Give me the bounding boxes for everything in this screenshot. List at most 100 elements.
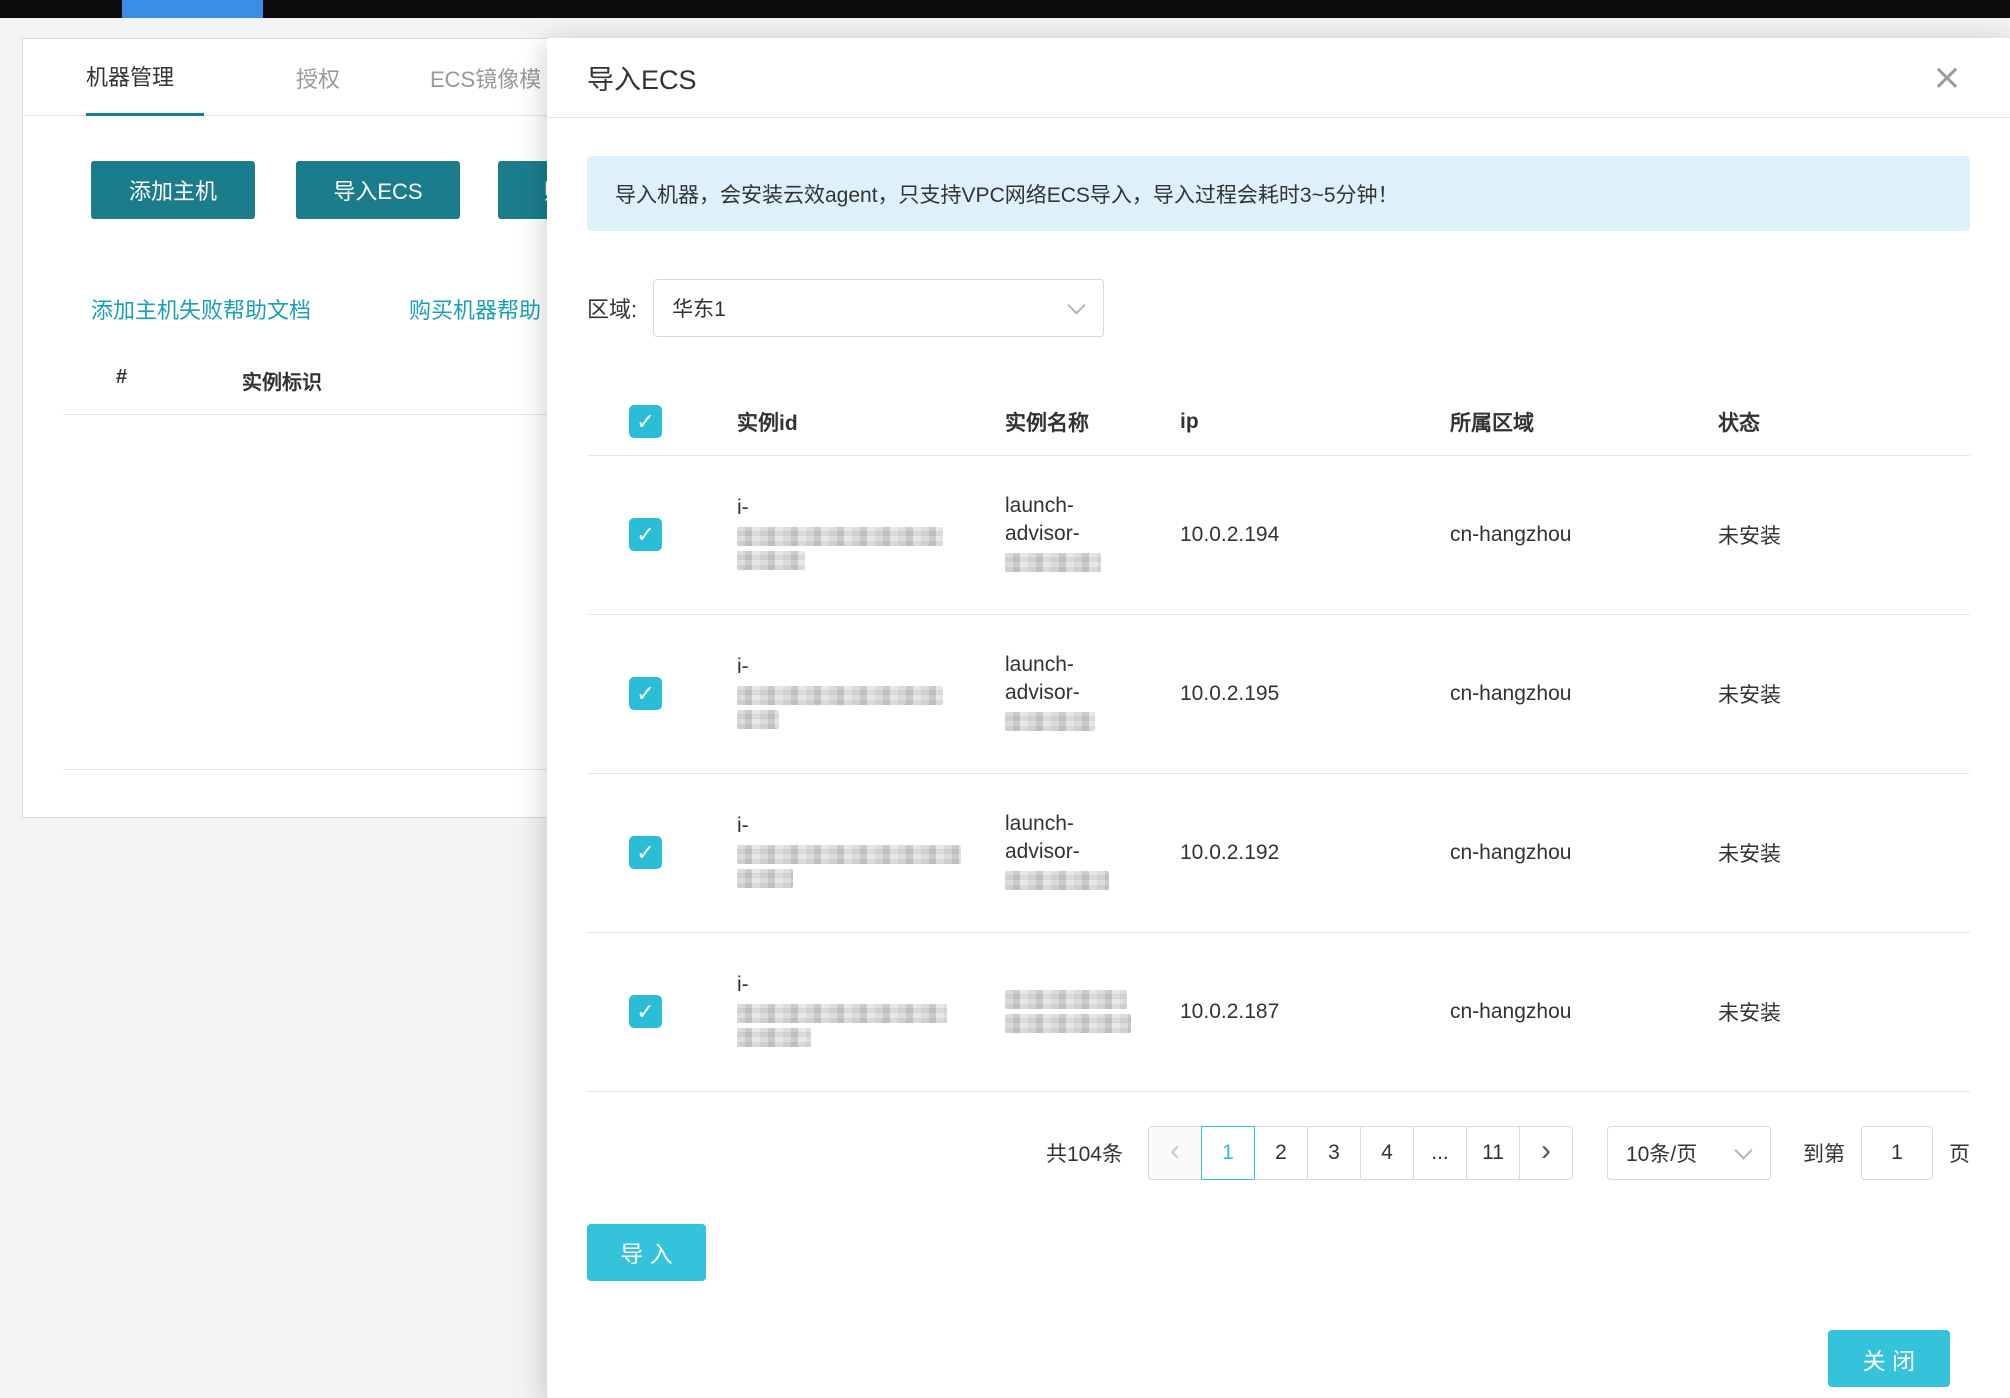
row-checkbox[interactable]: ✓ <box>629 836 662 869</box>
next-page-button[interactable]: › <box>1519 1126 1573 1180</box>
instance-status: 未安装 <box>1718 684 1781 707</box>
tab-machine-management[interactable]: 机器管理 <box>86 39 204 116</box>
instance-status: 未安装 <box>1718 843 1781 866</box>
row-checkbox[interactable]: ✓ <box>629 995 662 1028</box>
region-label: 区域: <box>587 292 637 324</box>
row-checkbox[interactable]: ✓ <box>629 518 662 551</box>
instance-name: advisor- <box>1005 522 1080 545</box>
tab-authorization[interactable]: 授权 <box>296 39 340 116</box>
modal-body: 导入机器，会安装云效agent，只支持VPC网络ECS导入，导入过程会耗时3~5… <box>547 118 2010 1281</box>
tab-label: 授权 <box>296 62 340 94</box>
chevron-right-icon: › <box>1541 1136 1551 1166</box>
region-row: 区域: 华东1 <box>587 279 1970 337</box>
close-icon[interactable]: × <box>1932 60 1962 96</box>
redacted-text <box>1005 871 1109 890</box>
info-banner: 导入机器，会安装云效agent，只支持VPC网络ECS导入，导入过程会耗时3~5… <box>587 156 1970 231</box>
page-button-3[interactable]: 3 <box>1307 1126 1361 1180</box>
buy-machine-help-link[interactable]: 购买机器帮助 <box>409 293 541 325</box>
instance-status: 未安装 <box>1718 525 1781 548</box>
chevron-left-icon: ‹ <box>1170 1136 1180 1166</box>
redacted-text <box>737 710 779 729</box>
modal-title: 导入ECS <box>587 58 697 97</box>
page-button-ellipsis[interactable]: ... <box>1413 1126 1467 1180</box>
import-ecs-modal: 导入ECS × 导入机器，会安装云效agent，只支持VPC网络ECS导入，导入… <box>547 38 2010 1398</box>
instance-id: i- <box>737 496 749 519</box>
redacted-text <box>737 1004 947 1023</box>
instance-name: launch- <box>1005 812 1074 835</box>
column-header-ip: ip <box>1180 389 1450 455</box>
prev-page-button[interactable]: ‹ <box>1148 1126 1202 1180</box>
instance-name: launch- <box>1005 494 1074 517</box>
goto-page-label: 到第 <box>1803 1138 1845 1168</box>
column-header-instance-id: 实例标识 <box>242 366 322 395</box>
table-header-row: ✓ 实例id 实例名称 ip 所属区域 状态 <box>587 389 1970 455</box>
add-host-help-link[interactable]: 添加主机失败帮助文档 <box>91 293 311 325</box>
tab-label: ECS镜像模 <box>430 62 541 94</box>
page-button-2[interactable]: 2 <box>1254 1126 1308 1180</box>
instance-ip: 10.0.2.195 <box>1180 682 1279 705</box>
redacted-text <box>737 686 943 705</box>
redacted-text <box>1005 553 1101 572</box>
modal-header: 导入ECS × <box>547 38 2010 118</box>
instance-name: launch- <box>1005 653 1074 676</box>
chevron-down-icon <box>1067 296 1085 314</box>
add-host-button[interactable]: 添加主机 <box>91 161 255 219</box>
instance-region: cn-hangzhou <box>1450 523 1571 546</box>
redacted-text <box>737 845 961 864</box>
instance-id: i- <box>737 655 749 678</box>
instance-status: 未安装 <box>1718 1002 1781 1025</box>
goto-page-suffix: 页 <box>1949 1138 1970 1168</box>
instance-ip: 10.0.2.192 <box>1180 841 1279 864</box>
region-select[interactable]: 华东1 <box>653 279 1104 337</box>
redacted-text <box>737 1028 811 1047</box>
pagination-total: 共104条 <box>1046 1138 1123 1168</box>
redacted-text <box>1005 712 1095 731</box>
instance-id: i- <box>737 973 749 996</box>
goto-page-input[interactable] <box>1861 1126 1933 1180</box>
column-header-status: 状态 <box>1718 389 1970 455</box>
instance-ip: 10.0.2.194 <box>1180 523 1279 546</box>
top-nav-active-tab[interactable] <box>122 0 263 18</box>
column-header-instance-name: 实例名称 <box>1005 389 1180 455</box>
check-icon: ✓ <box>636 683 654 705</box>
instance-name: advisor- <box>1005 681 1080 704</box>
instance-id: i- <box>737 814 749 837</box>
pagination: 共104条 ‹ 1 2 3 4 ... 11 › 10条/页 到第 页 <box>587 1126 1970 1180</box>
page-button-11[interactable]: 11 <box>1466 1126 1520 1180</box>
column-header-instance-id: 实例id <box>737 389 1005 455</box>
instance-name: advisor- <box>1005 840 1080 863</box>
instance-region: cn-hangzhou <box>1450 841 1571 864</box>
check-icon: ✓ <box>636 411 654 433</box>
instance-region: cn-hangzhou <box>1450 1000 1571 1023</box>
redacted-text <box>1005 1014 1131 1033</box>
tab-label: 机器管理 <box>86 60 174 92</box>
table-row: ✓ i- launch- advisor- 10.0.2.194 cn-hang… <box>587 455 1970 614</box>
page-size-select[interactable]: 10条/页 <box>1607 1126 1771 1180</box>
redacted-text <box>737 527 943 546</box>
modal-close-button[interactable]: 关 闭 <box>1828 1330 1950 1387</box>
top-nav-bar <box>0 0 2010 18</box>
redacted-text <box>1005 990 1127 1009</box>
import-ecs-button[interactable]: 导入ECS <box>296 161 460 219</box>
check-icon: ✓ <box>636 1001 654 1023</box>
table-row: ✓ i- launch- advisor- 10.0.2.195 cn-hang… <box>587 614 1970 773</box>
chevron-down-icon <box>1734 1141 1752 1159</box>
page-button-1[interactable]: 1 <box>1201 1126 1255 1180</box>
instance-ip: 10.0.2.187 <box>1180 1000 1279 1023</box>
tab-ecs-image[interactable]: ECS镜像模 <box>430 39 541 116</box>
select-all-checkbox[interactable]: ✓ <box>629 405 662 438</box>
info-banner-text: 导入机器，会安装云效agent，只支持VPC网络ECS导入，导入过程会耗时3~5… <box>615 179 1399 209</box>
region-select-value: 华东1 <box>672 293 726 323</box>
instance-region: cn-hangzhou <box>1450 682 1571 705</box>
column-header-index: # <box>116 366 127 389</box>
import-button[interactable]: 导 入 <box>587 1224 706 1281</box>
check-icon: ✓ <box>636 524 654 546</box>
redacted-text <box>737 869 793 888</box>
redacted-text <box>737 551 805 570</box>
row-checkbox[interactable]: ✓ <box>629 677 662 710</box>
page-size-value: 10条/页 <box>1626 1138 1697 1168</box>
page-button-4[interactable]: 4 <box>1360 1126 1414 1180</box>
table-row: ✓ i- launch- advisor- 10.0.2.192 cn-hang… <box>587 773 1970 932</box>
table-row: ✓ i- 10.0.2.187 cn-hangzhou 未安装 <box>587 932 1970 1091</box>
ecs-instances-table: ✓ 实例id 实例名称 ip 所属区域 状态 ✓ i- <box>587 389 1970 1092</box>
